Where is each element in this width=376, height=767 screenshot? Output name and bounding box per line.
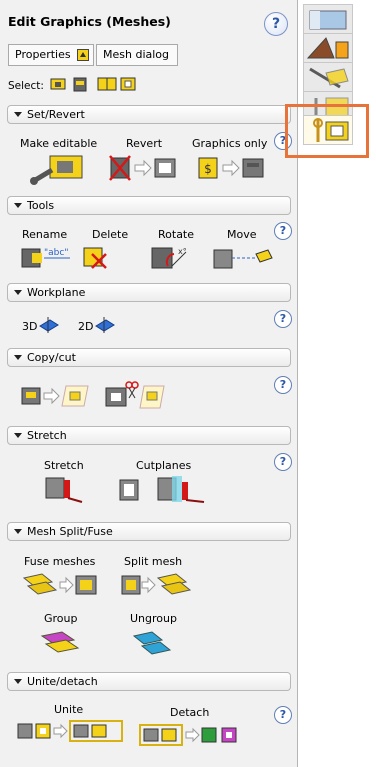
collapse-arrow-icon: [14, 112, 22, 117]
stretch-icon[interactable]: [44, 474, 86, 504]
stretch-label: Stretch: [44, 459, 84, 472]
section-tools[interactable]: Tools: [7, 196, 291, 215]
unite-icon[interactable]: [16, 718, 126, 744]
revert-label: Revert: [126, 137, 163, 150]
workplane-2d-label: 2D: [78, 320, 94, 333]
side-tab-materials[interactable]: [303, 33, 353, 63]
section-title: Stretch: [27, 429, 67, 442]
properties-icon: [77, 49, 89, 61]
make-editable-label: Make editable: [20, 137, 98, 150]
svg-text:x°: x°: [178, 247, 187, 256]
detach-icon[interactable]: [138, 722, 244, 748]
section-title: Unite/detach: [27, 675, 98, 688]
ungroup-label: Ungroup: [130, 612, 177, 625]
split-mesh-label: Split mesh: [124, 555, 183, 568]
section-workplane[interactable]: Workplane: [7, 283, 291, 302]
svg-text:$: $: [204, 162, 212, 176]
select-all-icon[interactable]: [118, 73, 140, 95]
rename-icon[interactable]: "abc": [20, 244, 72, 270]
help-icon[interactable]: ?: [274, 310, 292, 328]
tab-mesh-dialog[interactable]: Mesh dialog: [96, 44, 178, 66]
collapse-arrow-icon: [14, 203, 22, 208]
help-icon[interactable]: ?: [274, 222, 292, 240]
rename-label: Rename: [22, 228, 68, 241]
collapse-arrow-icon: [14, 290, 22, 295]
collapse-arrow-icon: [14, 355, 22, 360]
cutplanes-label: Cutplanes: [136, 459, 192, 472]
rotate-icon[interactable]: x°: [150, 244, 190, 270]
section-set-revert[interactable]: Set/Revert: [7, 105, 291, 124]
panel-title: Edit Graphics (Meshes): [8, 14, 171, 29]
split-mesh-icon[interactable]: [120, 570, 192, 600]
move-icon[interactable]: [212, 244, 274, 270]
cutplanes-icon[interactable]: [118, 474, 210, 506]
section-mesh-split-fuse[interactable]: Mesh Split/Fuse: [7, 522, 291, 541]
collapse-arrow-icon: [14, 529, 22, 534]
section-title: Tools: [27, 199, 55, 212]
graphics-only-icon[interactable]: $: [196, 154, 266, 182]
fuse-meshes-icon[interactable]: [22, 570, 100, 600]
rename-text: "abc": [44, 248, 68, 258]
select-label: Select:: [8, 80, 44, 92]
section-stretch[interactable]: Stretch: [7, 426, 291, 445]
move-label: Move: [227, 228, 257, 241]
help-icon[interactable]: ?: [264, 12, 288, 36]
select-solid-icon[interactable]: [70, 73, 92, 95]
group-label: Group: [44, 612, 78, 625]
side-tab-view[interactable]: [303, 4, 353, 34]
collapse-arrow-icon: [14, 433, 22, 438]
group-icon[interactable]: [40, 628, 80, 658]
section-title: Mesh Split/Fuse: [27, 525, 113, 538]
side-tab-edit-graphics[interactable]: [303, 115, 353, 145]
workplane-3d-icon[interactable]: [38, 316, 60, 334]
revert-icon[interactable]: [108, 154, 178, 182]
side-tab-tools[interactable]: [303, 62, 353, 92]
help-icon[interactable]: ?: [274, 706, 292, 724]
tab-properties[interactable]: Properties: [8, 44, 94, 66]
detach-label: Detach: [170, 706, 210, 719]
graphics-only-label: Graphics only: [192, 137, 268, 150]
workplane-3d-label: 3D: [22, 320, 38, 333]
select-mesh-icon[interactable]: [48, 73, 70, 95]
make-editable-icon[interactable]: [30, 152, 88, 186]
collapse-arrow-icon: [14, 679, 22, 684]
delete-label: Delete: [92, 228, 129, 241]
help-icon[interactable]: ?: [274, 376, 292, 394]
tab-properties-label: Properties: [15, 48, 71, 61]
ungroup-icon[interactable]: [132, 628, 176, 658]
select-group-icon[interactable]: [96, 73, 118, 95]
section-title: Set/Revert: [27, 108, 85, 121]
cut-icon[interactable]: [104, 380, 166, 412]
section-title: Copy/cut: [27, 351, 76, 364]
edit-graphics-panel: Edit Graphics (Meshes) ? Properties Mesh…: [0, 0, 298, 767]
section-unite-detach[interactable]: Unite/detach: [7, 672, 291, 691]
copy-icon[interactable]: [20, 382, 96, 410]
delete-icon[interactable]: [82, 244, 110, 270]
section-copy-cut[interactable]: Copy/cut: [7, 348, 291, 367]
workplane-2d-icon[interactable]: [94, 316, 116, 334]
help-icon[interactable]: ?: [274, 453, 292, 471]
unite-label: Unite: [54, 703, 84, 716]
rotate-label: Rotate: [158, 228, 195, 241]
fuse-meshes-label: Fuse meshes: [24, 555, 96, 568]
section-title: Workplane: [27, 286, 86, 299]
tab-mesh-dialog-label: Mesh dialog: [103, 48, 170, 61]
